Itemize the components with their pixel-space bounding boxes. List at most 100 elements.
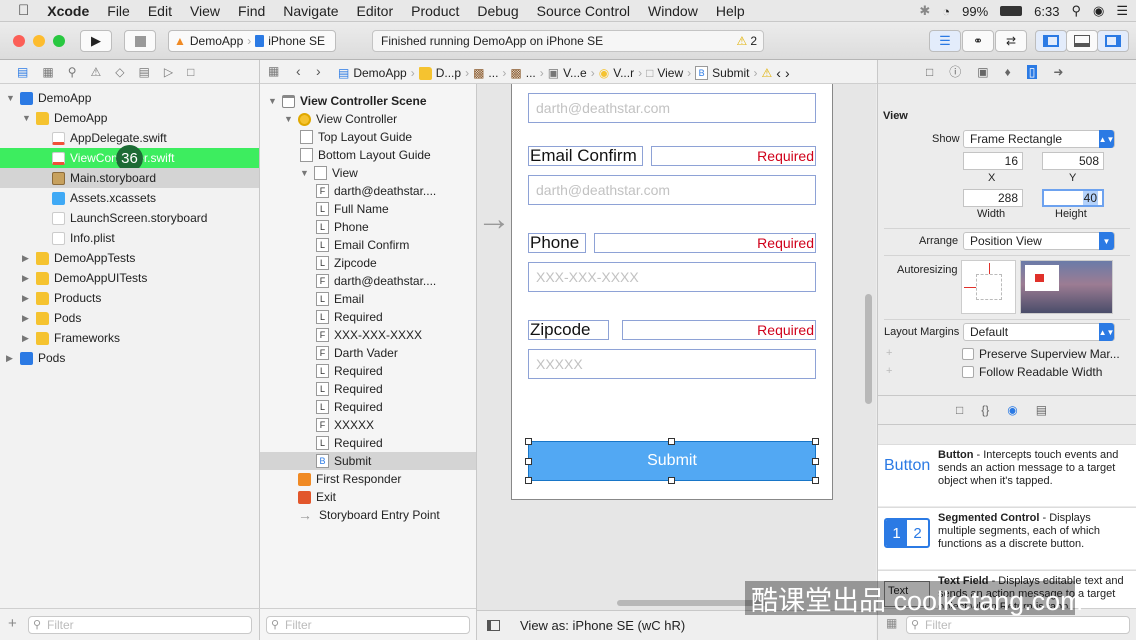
vertical-scrollbar[interactable]	[865, 294, 872, 404]
disclosure-open-icon[interactable]: ▼	[300, 168, 310, 178]
debug-navigator-icon[interactable]: ▤	[138, 65, 149, 79]
submit-button[interactable]: Submit	[528, 441, 816, 481]
forward-button[interactable]: ›	[316, 63, 321, 79]
file-tree-item[interactable]: ▼ DemoApp	[0, 108, 259, 128]
version-editor-button[interactable]: ⇄	[995, 30, 1027, 52]
object-library-icon[interactable]: ◉	[1007, 403, 1017, 417]
outline-item[interactable]: L Required	[260, 362, 476, 380]
add-variation-icon[interactable]: +	[886, 347, 892, 359]
resize-handle[interactable]	[525, 438, 532, 445]
grid-view-icon[interactable]: ▦	[886, 616, 897, 630]
related-items-icon[interactable]: ▦	[268, 64, 279, 78]
x-field[interactable]: 16	[963, 152, 1023, 170]
email-confirm-label[interactable]: Email Confirm	[528, 146, 643, 166]
library-item-button[interactable]: Button Button - Intercepts touch events …	[878, 444, 1136, 506]
code-snippet-library-icon[interactable]: {}	[981, 403, 989, 417]
outline-item[interactable]: L Required	[260, 380, 476, 398]
left-strut[interactable]	[964, 287, 976, 288]
navigator-filter-field[interactable]: ⚲ Filter	[28, 616, 252, 634]
outline-item[interactable]: Top Layout Guide	[260, 128, 476, 146]
breakpoint-navigator-icon[interactable]: ▷	[164, 65, 173, 79]
resize-handle[interactable]	[525, 458, 532, 465]
file-template-library-icon[interactable]: □	[956, 403, 963, 417]
report-navigator-icon[interactable]: □	[187, 65, 194, 79]
menu-debug[interactable]: Debug	[468, 3, 527, 19]
disclosure-open-icon[interactable]: ▼	[268, 96, 278, 106]
disclosure-open-icon[interactable]: ▼	[22, 113, 32, 123]
library-filter-field[interactable]: ⚲ Filter	[906, 616, 1130, 634]
outline-item[interactable]: L Required	[260, 434, 476, 452]
email-field[interactable]: darth@deathstar.com	[528, 93, 816, 123]
outline-item[interactable]: → Storyboard Entry Point	[260, 506, 476, 524]
crumb-folder[interactable]: D...p	[436, 66, 461, 80]
resize-handle[interactable]	[812, 438, 819, 445]
attributes-inspector-icon[interactable]: ♦	[1005, 65, 1011, 79]
crumb-scene[interactable]: V...e	[563, 66, 587, 80]
project-navigator-icon[interactable]: ▤	[17, 65, 28, 79]
outline-item[interactable]: F XXX-XXX-XXXX	[260, 326, 476, 344]
outline-item[interactable]: F XXXXX	[260, 416, 476, 434]
disclosure-closed-icon[interactable]: ▶	[22, 293, 32, 304]
apple-icon[interactable]: 	[0, 2, 38, 19]
view-as-device[interactable]: View as: iPhone SE (wC hR)	[520, 618, 685, 633]
connections-inspector-icon[interactable]: ➜	[1053, 65, 1063, 79]
show-outline-icon[interactable]	[487, 620, 500, 631]
outline-item[interactable]: Bottom Layout Guide	[260, 146, 476, 164]
outline-item[interactable]: ▼ View Controller	[260, 110, 476, 128]
outline-item[interactable]: Fdarth@deathstar....	[260, 182, 476, 200]
toggle-navigator-button[interactable]	[1035, 30, 1067, 52]
outline-item[interactable]: L Required	[260, 308, 476, 326]
menu-edit[interactable]: Edit	[139, 3, 181, 19]
file-tree-item[interactable]: ▶ Pods	[0, 308, 259, 328]
wifi-icon[interactable]: ◔	[942, 4, 950, 19]
standard-editor-button[interactable]: ☰	[929, 30, 961, 52]
symbol-navigator-icon[interactable]: ▦	[42, 65, 53, 79]
previous-issue-icon[interactable]: ‹	[776, 65, 781, 81]
top-strut[interactable]	[989, 263, 990, 274]
file-tree-item[interactable]: LaunchScreen.storyboard	[0, 208, 259, 228]
back-button[interactable]: ‹	[296, 63, 301, 79]
minimize-window-button[interactable]	[33, 35, 45, 47]
identity-inspector-icon[interactable]: ▣	[977, 65, 988, 79]
disclosure-closed-icon[interactable]: ▶	[22, 273, 32, 284]
menu-app[interactable]: Xcode	[38, 3, 98, 19]
disclosure-open-icon[interactable]: ▼	[6, 93, 16, 103]
outline-item[interactable]: B Submit	[260, 452, 476, 470]
menu-source-control[interactable]: Source Control	[528, 3, 639, 19]
jump-warning-icon[interactable]: ⚠	[762, 66, 773, 80]
menu-find[interactable]: Find	[229, 3, 274, 19]
autoresizing-mask-control[interactable]	[961, 260, 1016, 314]
storyboard-canvas[interactable]: → darth@deathstar.com Email Confirm Requ…	[477, 84, 876, 610]
resize-handle[interactable]	[812, 477, 819, 484]
next-issue-icon[interactable]: ›	[785, 65, 790, 81]
disclosure-closed-icon[interactable]: ▶	[22, 333, 32, 344]
menu-editor[interactable]: Editor	[348, 3, 403, 19]
crumb-project[interactable]: DemoApp	[353, 66, 406, 80]
preserve-superview-margins-checkbox[interactable]	[962, 348, 974, 360]
library-item-segmented-control[interactable]: 1 2 Segmented Control - Displays multipl…	[878, 507, 1136, 569]
add-variation-icon[interactable]: +	[886, 365, 892, 377]
run-button[interactable]: ▶	[80, 30, 112, 52]
find-navigator-icon[interactable]: ⚲	[68, 65, 77, 79]
zipcode-required-label[interactable]: Required	[622, 320, 816, 340]
phone-label[interactable]: Phone	[528, 233, 586, 253]
phone-field[interactable]: XXX-XXX-XXXX	[528, 262, 816, 292]
size-inspector-icon[interactable]: ▯	[1026, 64, 1038, 79]
crumb-base[interactable]: ...	[526, 66, 536, 80]
outline-item[interactable]: First Responder	[260, 470, 476, 488]
zoom-window-button[interactable]	[53, 35, 65, 47]
entry-point-arrow-icon[interactable]: →	[477, 202, 511, 236]
file-tree-item[interactable]: Info.plist	[0, 228, 259, 248]
menu-navigate[interactable]: Navigate	[274, 3, 347, 19]
file-tree-item[interactable]: ▶ Pods	[0, 348, 259, 368]
resize-handle[interactable]	[812, 458, 819, 465]
arrange-popup[interactable]: Position View ▼	[963, 232, 1115, 250]
menu-product[interactable]: Product	[402, 3, 468, 19]
outline-item[interactable]: Exit	[260, 488, 476, 506]
outline-item[interactable]: L Email Confirm	[260, 236, 476, 254]
menu-view[interactable]: View	[181, 3, 229, 19]
resize-handle[interactable]	[525, 477, 532, 484]
resize-handle[interactable]	[668, 438, 675, 445]
clock[interactable]: 6:33	[1034, 4, 1059, 19]
zipcode-field[interactable]: XXXXX	[528, 349, 816, 379]
